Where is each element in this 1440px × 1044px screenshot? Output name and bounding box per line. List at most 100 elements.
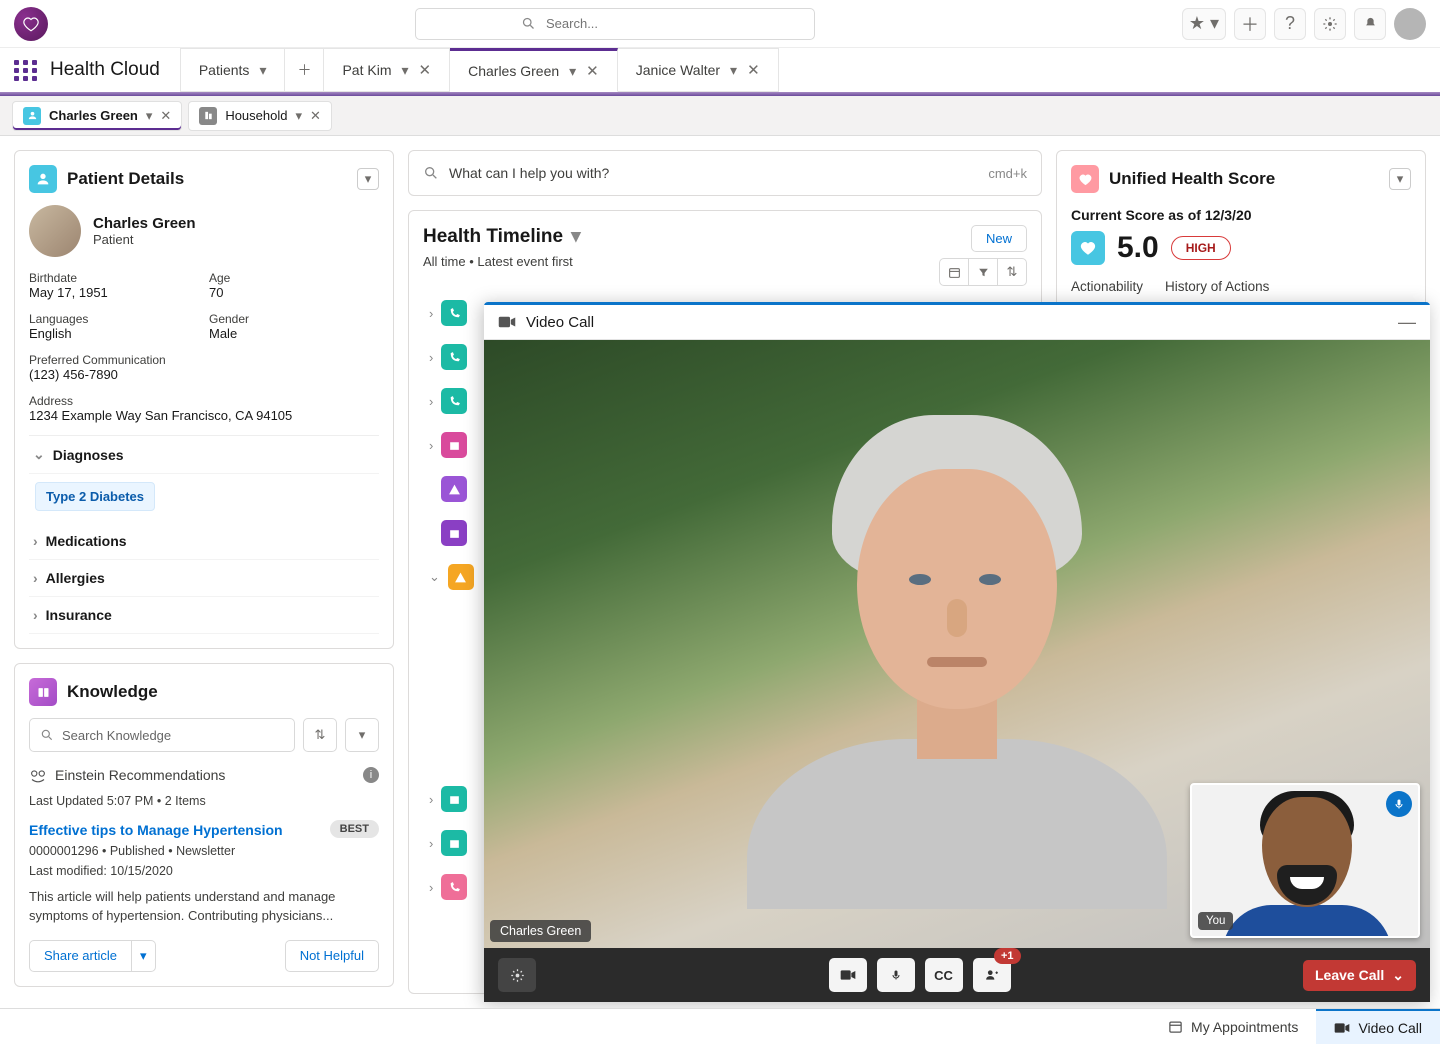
subtab-patient[interactable]: Charles Green ▾ ✕ <box>12 101 182 131</box>
knowledge-search-input[interactable]: Search Knowledge <box>29 718 295 752</box>
chevron-down-icon: ▾ <box>259 62 266 79</box>
article-idline: 0000001296 • Published • Newsletter <box>29 844 379 858</box>
share-article-button[interactable]: Share article <box>29 940 132 972</box>
video-main-feed: Charles Green You <box>484 340 1430 948</box>
nav-tab-pat-kim[interactable]: Pat Kim ▾ ✕ <box>324 48 450 92</box>
help-icon[interactable]: ? <box>1274 8 1306 40</box>
assist-placeholder: What can I help you with? <box>449 165 609 181</box>
subtab-household[interactable]: Household ▾ ✕ <box>188 101 332 131</box>
languages-label: Languages <box>29 312 199 326</box>
chevron-down-icon: ▾ <box>730 62 737 79</box>
toggle-mic-button[interactable] <box>877 958 915 992</box>
search-icon <box>40 728 54 742</box>
close-icon[interactable]: ✕ <box>310 108 321 124</box>
nav-tab-charles-green[interactable]: Charles Green ▾ ✕ <box>450 48 618 92</box>
mic-icon[interactable] <box>1386 791 1412 817</box>
section-label: Insurance <box>46 607 112 623</box>
global-search-input[interactable] <box>416 16 814 31</box>
bottom-tab-label: Video Call <box>1358 1020 1422 1036</box>
alert-icon <box>448 564 474 590</box>
card-menu-button[interactable]: ▾ <box>1389 168 1411 190</box>
age-label: Age <box>209 271 379 285</box>
phone-link[interactable]: (123) 456-7890 <box>29 367 379 382</box>
chevron-down-icon: ▾ <box>569 63 576 80</box>
card-menu-button[interactable]: ▾ <box>357 168 379 190</box>
pip-label: You <box>1198 912 1233 930</box>
leave-call-button[interactable]: Leave Call ⌄ <box>1303 960 1416 991</box>
video-pip[interactable]: You <box>1190 783 1420 938</box>
patient-name: Charles Green <box>93 215 196 232</box>
user-avatar[interactable] <box>1394 8 1426 40</box>
chevron-right-icon: › <box>33 607 38 623</box>
toggle-video-button[interactable] <box>829 958 867 992</box>
chevron-right-icon: › <box>429 438 433 453</box>
close-icon[interactable]: ✕ <box>586 62 599 80</box>
share-article-menu[interactable]: ▾ <box>132 940 156 972</box>
age-value: 70 <box>209 285 379 300</box>
hospital-icon <box>441 786 467 812</box>
video-icon <box>498 315 516 329</box>
setup-gear-icon[interactable] <box>1314 8 1346 40</box>
video-call-title: Video Call <box>526 314 594 331</box>
call-icon <box>441 300 467 326</box>
score-tab-actionability[interactable]: Actionability <box>1071 279 1143 294</box>
sort-icon[interactable]: ⇅ <box>997 258 1027 286</box>
card-title: Knowledge <box>67 682 158 702</box>
heart-icon <box>1071 165 1099 193</box>
knowledge-sort-button[interactable]: ⇅ <box>303 718 337 752</box>
close-icon[interactable]: ✕ <box>419 61 432 79</box>
address-link[interactable]: 1234 Example Way San Francisco, CA 94105 <box>29 408 379 423</box>
call-icon <box>441 388 467 414</box>
close-icon[interactable]: ✕ <box>160 108 171 124</box>
global-search[interactable] <box>415 8 815 40</box>
add-button[interactable]: ＋ <box>1234 8 1266 40</box>
closed-captions-button[interactable]: CC <box>925 958 963 992</box>
video-call-panel: Video Call — Charles Green You <box>484 302 1430 1002</box>
app-launcher-icon[interactable] <box>14 58 38 82</box>
address-label: Address <box>29 394 379 408</box>
info-icon[interactable]: i <box>363 767 379 783</box>
keyboard-shortcut: cmd+k <box>988 166 1027 181</box>
timeline-subtitle: All time • Latest event first <box>423 254 581 269</box>
call-icon <box>441 344 467 370</box>
settings-gear-icon[interactable] <box>498 958 536 992</box>
article-title[interactable]: Effective tips to Manage Hypertension <box>29 822 379 838</box>
knowledge-menu-button[interactable]: ▾ <box>345 718 379 752</box>
score-tab-history[interactable]: History of Actions <box>1165 279 1269 294</box>
alert-icon <box>441 476 467 502</box>
section-diagnoses[interactable]: ⌄Diagnoses <box>29 436 379 474</box>
card-title: Unified Health Score <box>1109 169 1275 189</box>
new-button[interactable]: New <box>971 225 1027 252</box>
notifications-icon[interactable] <box>1354 8 1386 40</box>
placeholder-text: Search Knowledge <box>62 728 171 743</box>
call-icon <box>441 874 467 900</box>
assist-bar[interactable]: What can I help you with? cmd+k <box>408 150 1042 196</box>
patient-details-card: Patient Details ▾ Charles Green Patient … <box>14 150 394 649</box>
not-helpful-button[interactable]: Not Helpful <box>285 940 379 972</box>
card-title: Patient Details <box>67 169 184 189</box>
app-name: Health Cloud <box>50 59 160 81</box>
gender-value: Male <box>209 326 379 341</box>
close-icon[interactable]: ✕ <box>747 61 760 79</box>
article-modified: Last modified: 10/15/2020 <box>29 864 379 878</box>
section-label: Medications <box>46 533 127 549</box>
chevron-down-icon[interactable]: ▾ <box>571 225 581 248</box>
favorites-button[interactable]: ★ ▾ <box>1182 8 1226 40</box>
nav-tab-label: Pat Kim <box>342 62 391 78</box>
nav-tab-label: Charles Green <box>468 63 559 79</box>
patient-role: Patient <box>93 232 196 247</box>
nav-tab-add[interactable]: ＋ <box>285 48 324 92</box>
app-logo[interactable] <box>14 7 48 41</box>
section-insurance[interactable]: › Insurance <box>29 597 379 634</box>
minimize-button[interactable]: — <box>1398 312 1416 333</box>
bottom-tab-appointments[interactable]: My Appointments <box>1150 1009 1316 1044</box>
diagnosis-pill[interactable]: Type 2 Diabetes <box>35 482 155 511</box>
nav-tab-patients[interactable]: Patients ▾ <box>180 48 286 92</box>
section-allergies[interactable]: ›Allergies <box>29 560 379 597</box>
section-medications[interactable]: ›Medications <box>29 523 379 560</box>
nav-tab-janice-walter[interactable]: Janice Walter ▾ ✕ <box>618 48 779 92</box>
bottom-tab-video-call[interactable]: Video Call <box>1316 1009 1440 1044</box>
filter-icon[interactable] <box>968 258 998 286</box>
score-pill: HIGH <box>1171 236 1231 260</box>
calendar-icon[interactable] <box>939 258 969 286</box>
